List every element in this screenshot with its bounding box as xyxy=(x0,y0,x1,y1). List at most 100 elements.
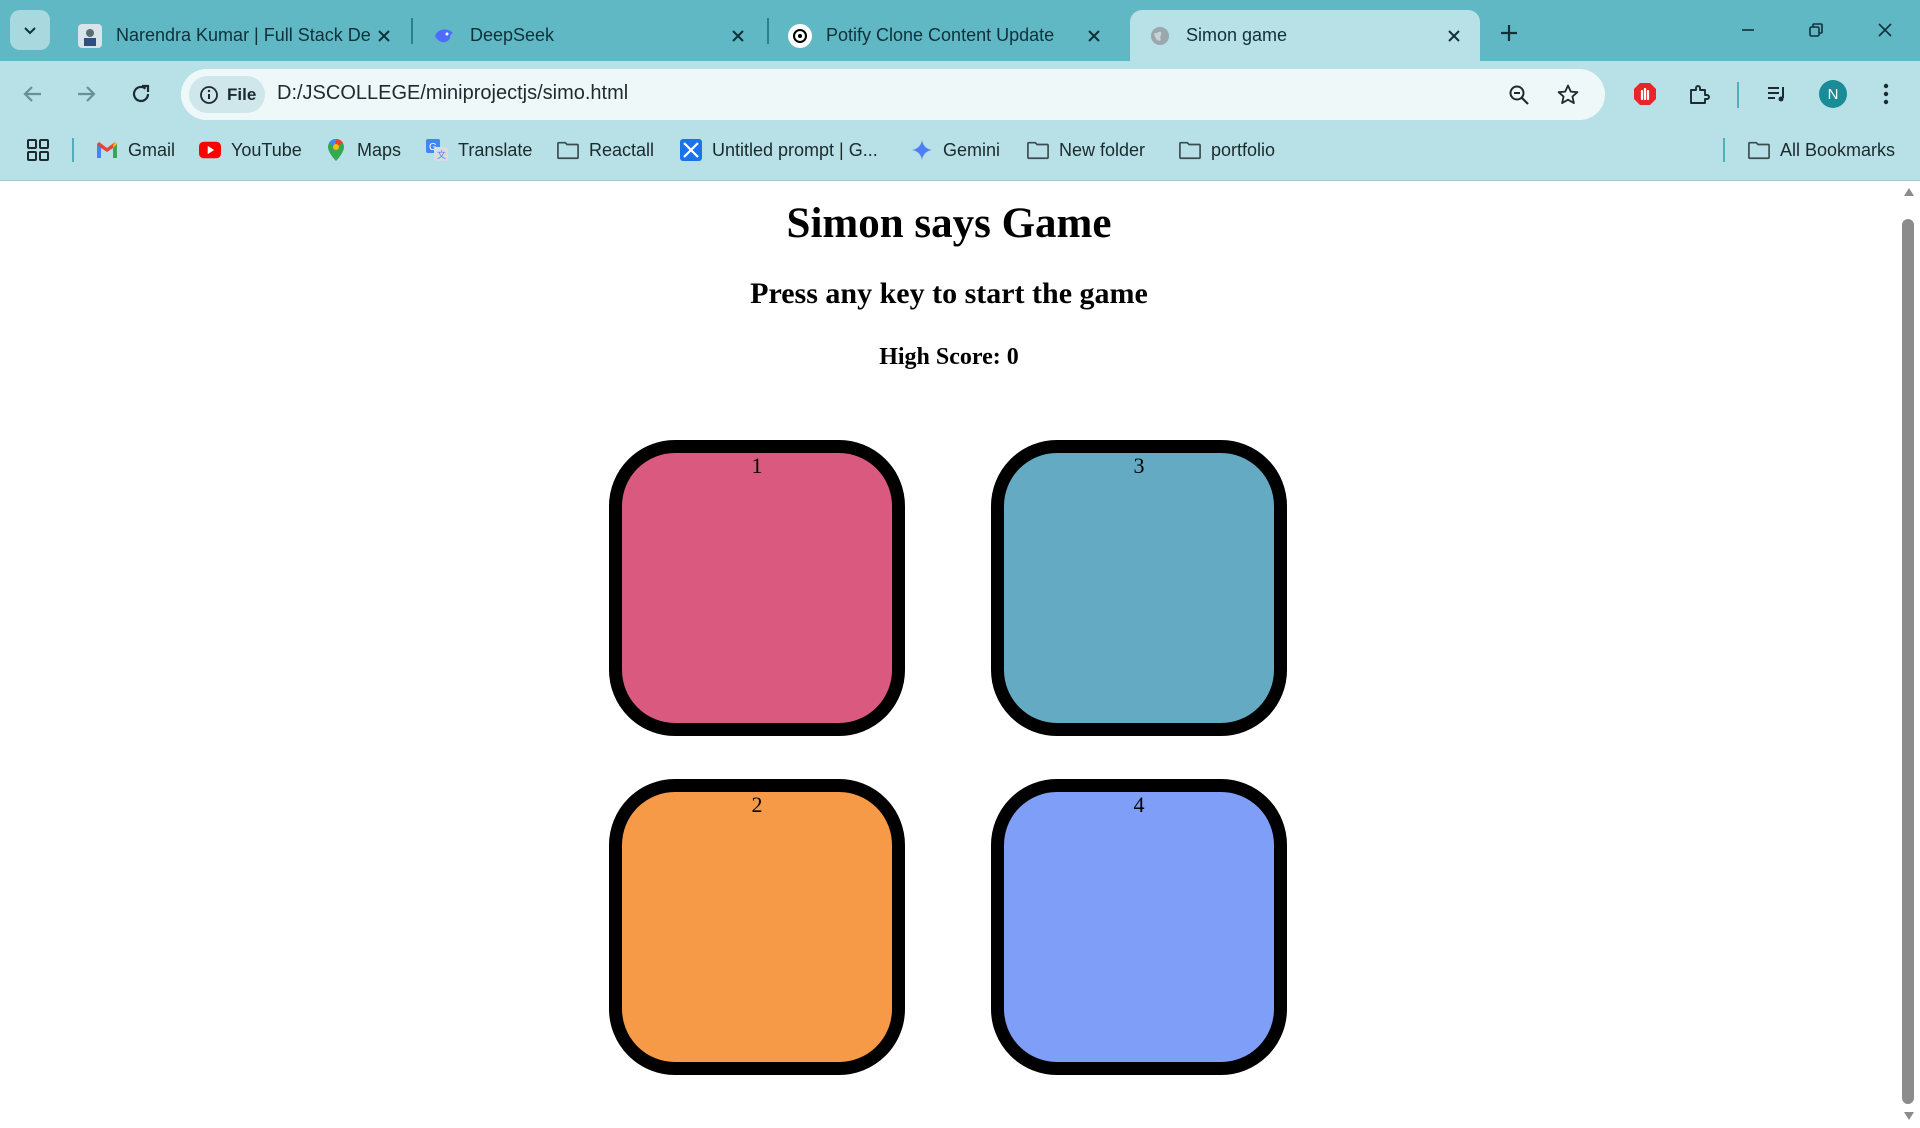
simon-button-label: 3 xyxy=(1133,453,1145,478)
close-icon xyxy=(1878,23,1892,37)
tab-deepseek[interactable]: DeepSeek xyxy=(414,10,764,61)
scroll-down-arrow-icon[interactable] xyxy=(1902,1110,1916,1122)
bookmark-new-folder[interactable]: New folder xyxy=(1027,134,1145,166)
folder-icon xyxy=(1179,139,1201,161)
bookmark-label: Maps xyxy=(357,139,402,160)
arrow-right-icon xyxy=(78,86,96,102)
simon-button-4[interactable]: 4 xyxy=(991,779,1287,1075)
simon-button-label: 1 xyxy=(751,453,763,478)
simon-button-3[interactable]: 3 xyxy=(991,440,1287,736)
bookmark-untitled-prompt[interactable]: Untitled prompt | G... xyxy=(680,134,878,166)
more-vertical-icon xyxy=(1883,83,1889,105)
toolbar-separator xyxy=(1737,82,1739,108)
translate-icon: G文 xyxy=(426,139,448,161)
tab-simon-game[interactable]: Simon game xyxy=(1130,10,1480,61)
tab-separator xyxy=(767,18,769,44)
extensions-puzzle-icon[interactable] xyxy=(1681,76,1717,112)
folder-icon xyxy=(1027,139,1049,161)
plus-icon xyxy=(1501,25,1517,41)
bookmark-reactall[interactable]: Reactall xyxy=(557,134,654,166)
bookmark-maps[interactable]: Maps xyxy=(325,134,401,166)
scroll-up-arrow-icon[interactable] xyxy=(1902,186,1916,198)
simon-button-label: 2 xyxy=(751,792,763,817)
close-icon[interactable] xyxy=(1440,22,1468,50)
bookmark-separator xyxy=(1723,138,1725,162)
tab-potify[interactable]: Potify Clone Content Update xyxy=(770,10,1120,61)
tab-title: Simon game xyxy=(1186,25,1288,45)
bookmark-label: Untitled prompt | G... xyxy=(712,139,878,160)
apps-grid-icon xyxy=(27,139,49,161)
tab-title: DeepSeek xyxy=(470,25,555,45)
new-tab-button[interactable] xyxy=(1492,16,1526,50)
globe-icon xyxy=(1148,24,1172,48)
apps-button[interactable] xyxy=(26,134,50,166)
tab-narendra[interactable]: Narendra Kumar | Full Stack Dev xyxy=(60,10,410,61)
gmail-icon xyxy=(96,139,118,161)
zoom-icon[interactable] xyxy=(1504,80,1534,110)
tab-search-button[interactable] xyxy=(10,10,50,50)
page-title: Simon says Game xyxy=(786,200,1112,247)
tab-title: Narendra Kumar | Full Stack Dev xyxy=(116,25,370,45)
simon-button-label: 4 xyxy=(1133,792,1145,817)
bookmark-label: Translate xyxy=(458,139,533,160)
high-score: High Score: 0 xyxy=(879,344,1019,370)
bookmark-label: Gemini xyxy=(943,139,1001,160)
simon-button-1[interactable]: 1 xyxy=(609,440,905,736)
media-controls-icon[interactable] xyxy=(1759,76,1795,112)
menu-button[interactable] xyxy=(1868,76,1904,112)
youtube-icon xyxy=(199,139,221,161)
info-icon xyxy=(200,85,218,104)
url-text[interactable]: D:/JSCOLLEGE/miniprojectjs/simo.html xyxy=(277,82,628,105)
bookmark-label: Gmail xyxy=(128,139,176,160)
bookmark-separator xyxy=(72,138,74,162)
scrollbar-thumb[interactable] xyxy=(1902,219,1914,1104)
minimize-icon xyxy=(1742,29,1754,31)
bookmark-portfolio[interactable]: portfolio xyxy=(1179,134,1275,166)
arrow-left-icon xyxy=(23,86,41,102)
tab-strip: Narendra Kumar | Full Stack Dev DeepSeek… xyxy=(0,0,1920,61)
forward-button[interactable] xyxy=(68,76,104,112)
restore-icon xyxy=(1809,23,1823,37)
bookmark-label: Reactall xyxy=(589,139,655,160)
browser-chrome: Narendra Kumar | Full Stack Dev DeepSeek… xyxy=(0,0,1920,181)
tab-title: Potify Clone Content Update xyxy=(826,25,1055,45)
folder-icon xyxy=(1748,139,1770,161)
gemini-icon xyxy=(911,139,933,161)
bookmark-gmail[interactable]: Gmail xyxy=(96,134,175,166)
bookmark-translate[interactable]: G文 Translate xyxy=(426,134,532,166)
back-button[interactable] xyxy=(15,76,51,112)
bookmark-label: YouTube xyxy=(231,139,302,160)
svg-text:文: 文 xyxy=(437,149,446,160)
bookmark-star-icon[interactable] xyxy=(1553,80,1583,110)
site-info-label: File xyxy=(227,84,257,104)
close-window-button[interactable] xyxy=(1862,10,1908,50)
close-icon[interactable] xyxy=(370,22,398,50)
restore-button[interactable] xyxy=(1793,10,1839,50)
adblock-extension-icon[interactable] xyxy=(1627,76,1663,112)
close-icon[interactable] xyxy=(724,22,752,50)
chatgpt-icon xyxy=(788,23,812,48)
chevron-down-icon xyxy=(24,27,36,35)
bookmark-label: New folder xyxy=(1059,139,1146,160)
site-info-chip[interactable]: File xyxy=(189,76,265,113)
deepseek-whale-icon xyxy=(432,24,456,48)
folder-icon xyxy=(557,139,579,161)
tab-separator xyxy=(411,18,413,44)
maps-icon xyxy=(325,138,347,161)
bookmark-youtube[interactable]: YouTube xyxy=(199,134,302,166)
avatar: N xyxy=(1819,80,1847,108)
simon-button-2[interactable]: 2 xyxy=(609,779,905,1075)
close-icon[interactable] xyxy=(1080,22,1108,50)
game-status: Press any key to start the game xyxy=(750,277,1148,310)
bookmark-gemini[interactable]: Gemini xyxy=(911,134,1000,166)
address-bar[interactable]: File D:/JSCOLLEGE/miniprojectjs/simo.htm… xyxy=(181,69,1605,120)
reload-icon xyxy=(132,84,150,103)
profile-button[interactable]: N xyxy=(1815,76,1851,112)
aistudio-icon xyxy=(680,139,702,161)
profile-photo-icon xyxy=(78,23,102,48)
bookmark-label: portfolio xyxy=(1211,139,1276,160)
all-bookmarks-label: All Bookmarks xyxy=(1780,139,1896,160)
all-bookmarks-button[interactable]: All Bookmarks xyxy=(1748,134,1895,166)
minimize-button[interactable] xyxy=(1725,10,1771,50)
reload-button[interactable] xyxy=(123,76,159,112)
